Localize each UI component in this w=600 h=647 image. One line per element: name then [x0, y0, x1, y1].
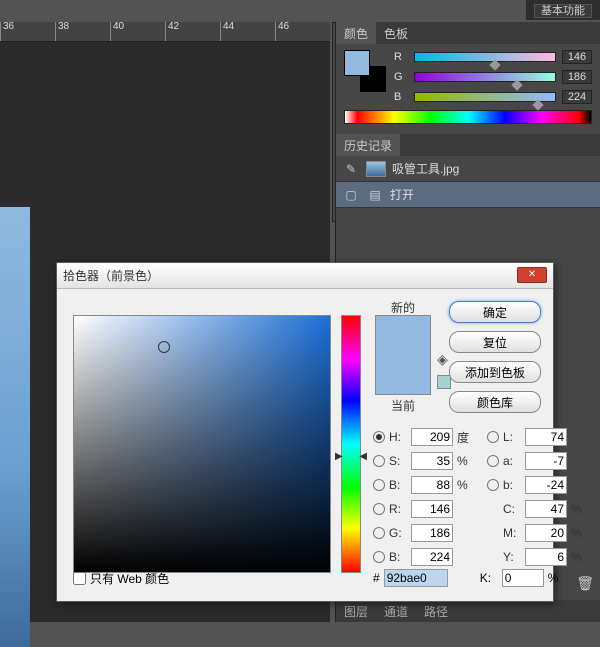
ruler-horizontal[interactable]: 36 38 40 42 44 46 48 — [0, 22, 330, 42]
new-color-swatch[interactable] — [376, 316, 430, 355]
b-value[interactable] — [562, 90, 592, 104]
input-l[interactable] — [525, 428, 567, 446]
input-b-rgb[interactable] — [411, 548, 453, 566]
ruler-tick: 44 — [220, 22, 275, 41]
color-picker-dialog: 拾色器（前景色） ✕ ▶◀ 新的 当前 ◈ 确定 复位 添加到色板 颜色库 H:… — [56, 262, 554, 602]
history-source-row[interactable]: ✎ 吸管工具.jpg — [336, 156, 600, 182]
input-c[interactable] — [525, 500, 567, 518]
document-icon: ▤ — [366, 187, 384, 203]
web-only-label: 只有 Web 颜色 — [90, 570, 169, 587]
reset-button[interactable]: 复位 — [449, 331, 541, 353]
web-only-checkbox[interactable]: 只有 Web 颜色 — [73, 570, 169, 587]
close-button[interactable]: ✕ — [517, 267, 547, 283]
trash-icon[interactable]: 🗑 — [576, 575, 594, 592]
input-g[interactable] — [411, 524, 453, 542]
tab-swatches[interactable]: 色板 — [376, 22, 416, 44]
hex-row: # K: % — [373, 569, 564, 587]
brush-icon: ✎ — [342, 161, 360, 177]
spectrum-ramp[interactable] — [344, 110, 592, 124]
hex-label: # — [373, 571, 380, 585]
radio-a[interactable] — [487, 455, 499, 467]
history-panel: 历史记录 ✎ 吸管工具.jpg ▢ ▤ 打开 — [336, 134, 600, 208]
r-slider[interactable] — [414, 52, 556, 62]
tab-channels[interactable]: 通道 — [376, 600, 416, 622]
radio-lab-b[interactable] — [487, 479, 499, 491]
g-value[interactable] — [562, 70, 592, 84]
ruler-tick: 40 — [110, 22, 165, 41]
web-only-input[interactable] — [73, 572, 86, 585]
input-r[interactable] — [411, 500, 453, 518]
color-field[interactable] — [73, 315, 331, 573]
color-panel-tabs: 颜色 色板 — [336, 22, 600, 44]
g-slider[interactable] — [414, 72, 556, 82]
layers-panel-tabs: 图层 通道 路径 — [336, 600, 600, 622]
radio-b-hsb[interactable] — [373, 479, 385, 491]
tab-layers[interactable]: 图层 — [336, 600, 376, 622]
dialog-title-bar[interactable]: 拾色器（前景色） ✕ — [57, 263, 553, 289]
radio-l[interactable] — [487, 431, 499, 443]
fg-bg-swatch[interactable] — [344, 50, 386, 92]
input-y[interactable] — [525, 548, 567, 566]
color-field-marker[interactable] — [158, 341, 170, 353]
ruler-tick: 42 — [165, 22, 220, 41]
ruler-tick: 38 — [55, 22, 110, 41]
new-color-label: 新的 — [375, 299, 431, 316]
input-m[interactable] — [525, 524, 567, 542]
ruler-tick: 46 — [275, 22, 330, 41]
input-b-hsb[interactable] — [411, 476, 453, 494]
hue-slider[interactable] — [341, 315, 361, 573]
add-swatch-button[interactable]: 添加到色板 — [449, 361, 541, 383]
color-library-button[interactable]: 颜色库 — [449, 391, 541, 413]
dialog-title: 拾色器（前景色） — [63, 267, 159, 284]
hex-input[interactable] — [384, 569, 448, 587]
history-state-label: 打开 — [390, 186, 414, 203]
hue-slider-handle[interactable]: ▶◀ — [335, 451, 367, 459]
input-h[interactable] — [411, 428, 453, 446]
radio-b-rgb[interactable] — [373, 551, 385, 563]
current-color-swatch[interactable] — [376, 355, 430, 394]
tab-paths[interactable]: 路径 — [416, 600, 456, 622]
current-color-label: 当前 — [375, 397, 431, 414]
gamut-warning-icon[interactable]: ◈ — [437, 351, 448, 368]
r-value[interactable] — [562, 50, 592, 64]
b-slider[interactable] — [414, 92, 556, 102]
input-k[interactable] — [502, 569, 544, 587]
history-state-row[interactable]: ▢ ▤ 打开 — [336, 182, 600, 208]
workspace-label: 基本功能 — [534, 4, 592, 18]
ruler-tick: 36 — [0, 22, 55, 41]
r-label: R — [394, 51, 408, 63]
radio-r[interactable] — [373, 503, 385, 515]
b-label: B — [394, 91, 408, 103]
color-values: H: 度 L: S: % a: B: % b: R: C: % — [373, 425, 587, 569]
workspace-switcher[interactable]: 基本功能 — [526, 0, 600, 20]
history-thumbnail — [366, 161, 386, 177]
input-lab-b[interactable] — [525, 476, 567, 494]
input-s[interactable] — [411, 452, 453, 470]
color-panel: R G B — [336, 44, 600, 130]
ok-button[interactable]: 确定 — [449, 301, 541, 323]
tab-color[interactable]: 颜色 — [336, 22, 376, 44]
image-preview — [0, 207, 30, 647]
radio-s[interactable] — [373, 455, 385, 467]
radio-h[interactable] — [373, 431, 385, 443]
tab-history[interactable]: 历史记录 — [336, 134, 400, 156]
checkbox-icon: ▢ — [342, 187, 360, 203]
radio-g[interactable] — [373, 527, 385, 539]
history-filename: 吸管工具.jpg — [392, 160, 459, 177]
color-preview — [375, 315, 431, 395]
foreground-color-swatch[interactable] — [344, 50, 370, 76]
input-a[interactable] — [525, 452, 567, 470]
g-label: G — [394, 71, 408, 83]
